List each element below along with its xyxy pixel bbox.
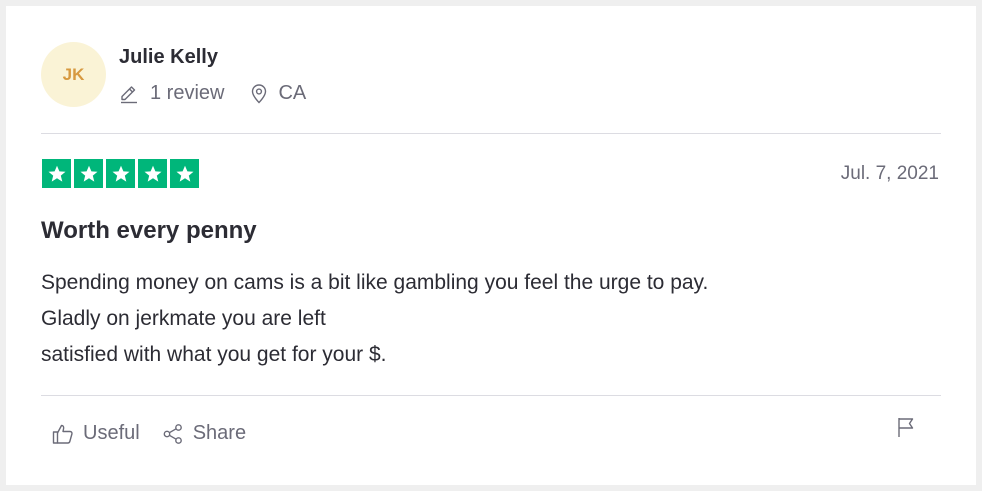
- star-icon: [42, 159, 71, 188]
- pencil-icon: [119, 84, 139, 104]
- share-icon: [162, 423, 193, 445]
- location-label: CA: [278, 82, 307, 104]
- reviewer-name[interactable]: Julie Kelly: [119, 46, 218, 69]
- star-icon: [106, 159, 135, 188]
- star-icon: [170, 159, 199, 188]
- reviewer-meta: 1 review CA: [119, 82, 306, 105]
- useful-label: Useful: [83, 422, 140, 444]
- review-body-line: satisfied with what you get for your $.: [41, 343, 387, 366]
- star-icon: [138, 159, 167, 188]
- share-label: Share: [192, 422, 247, 444]
- reviewer-location: CA: [250, 82, 306, 105]
- report-flag-button[interactable]: [896, 416, 916, 443]
- thumbs-up-icon: [52, 423, 83, 445]
- flag-icon: [896, 418, 916, 442]
- useful-button[interactable]: Useful: [52, 422, 140, 445]
- review-title[interactable]: Worth every penny: [41, 217, 257, 245]
- review-body-line: Gladly on jerkmate you are left: [41, 307, 326, 330]
- review-date: Jul. 7, 2021: [840, 163, 939, 184]
- avatar[interactable]: JK: [41, 42, 106, 107]
- header-divider: [41, 133, 941, 134]
- star-rating: [42, 159, 199, 188]
- footer-divider: [41, 395, 941, 396]
- review-card: JK Julie Kelly 1 review CA Jul. 7, 2021 …: [6, 6, 976, 485]
- review-body: Spending money on cams is a bit like gam…: [41, 265, 708, 373]
- share-button[interactable]: Share: [162, 422, 246, 445]
- location-pin-icon: [250, 83, 268, 104]
- review-count-label: 1 review: [150, 82, 225, 104]
- review-actions: Useful Share: [52, 422, 246, 445]
- avatar-initials: JK: [62, 64, 85, 84]
- review-body-line: Spending money on cams is a bit like gam…: [41, 271, 709, 294]
- review-count: 1 review: [119, 82, 224, 105]
- star-icon: [74, 159, 103, 188]
